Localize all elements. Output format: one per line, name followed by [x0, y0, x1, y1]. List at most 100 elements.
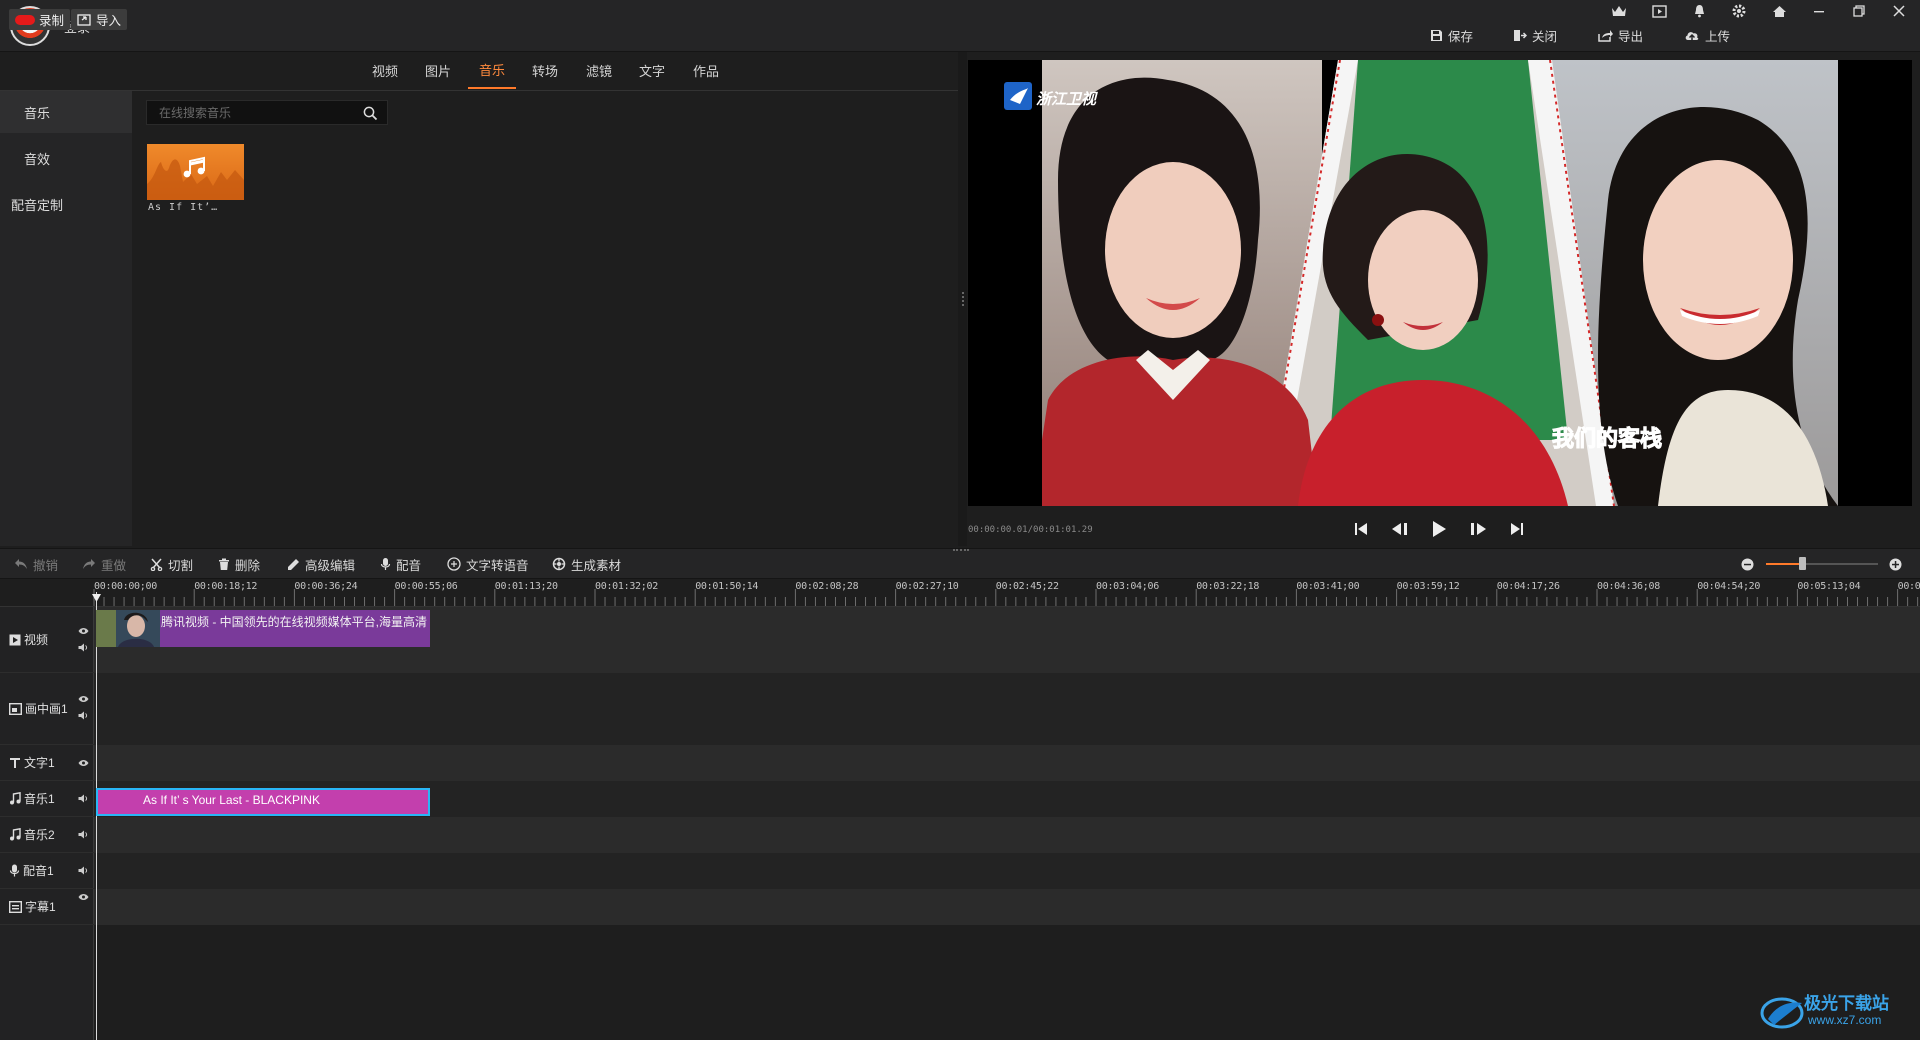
close-button[interactable]: 关闭 [1513, 26, 1557, 44]
redo-label: 重做 [101, 558, 127, 573]
sidebar-item-music[interactable]: 音乐 [0, 91, 132, 133]
tab-video[interactable]: 视频 [365, 52, 405, 89]
ruler-label: 00:05:13;04 [1797, 581, 1861, 592]
speaker-icon[interactable] [78, 866, 89, 875]
music-item-thumbnail[interactable] [147, 144, 244, 200]
zoom-slider-handle[interactable] [1799, 557, 1806, 570]
speaker-icon[interactable] [78, 794, 89, 803]
minimize-icon[interactable] [1808, 2, 1830, 20]
track-row-music2[interactable] [94, 817, 1920, 853]
undo-label: 撤销 [33, 558, 59, 573]
gear-icon[interactable] [1728, 2, 1750, 20]
track-header-music2[interactable]: 音乐2 [0, 817, 94, 853]
pencil-icon [288, 558, 299, 570]
close-window-icon[interactable] [1888, 2, 1910, 20]
dub-button[interactable]: 配音 [380, 555, 421, 573]
restore-icon[interactable] [1848, 2, 1870, 20]
watermark: 极光下载站 www.xz7.com [1760, 983, 1910, 1033]
ruler-label: 00:03:41;00 [1296, 581, 1360, 592]
ruler-label: 00:00:36;24 [294, 581, 358, 592]
track-header-dub[interactable]: 配音1 [0, 853, 94, 889]
save-button[interactable]: 保存 [1430, 26, 1473, 44]
sidebar-item-sound-effects[interactable]: 音效 [0, 137, 132, 179]
play-button[interactable] [1426, 517, 1452, 541]
panel-divider[interactable] [958, 52, 967, 546]
next-frame-button[interactable] [1465, 517, 1491, 541]
track-header-video[interactable]: 视频 [0, 607, 94, 673]
tab-text[interactable]: 文字 [632, 52, 672, 89]
generate-icon [552, 557, 566, 571]
sidebar-item-dubbing[interactable]: 配音定制 [0, 183, 132, 225]
eye-icon[interactable] [78, 893, 89, 901]
cloud-upload-icon [1685, 31, 1699, 41]
track-header-pip[interactable]: 画中画1 [0, 673, 94, 745]
ruler-label: 00:05 [1897, 581, 1920, 592]
track-name: 配音1 [23, 864, 54, 878]
track-header-text[interactable]: 文字1 [0, 745, 94, 781]
advanced-edit-button[interactable]: 高级编辑 [287, 555, 355, 573]
track-name: 文字1 [24, 756, 55, 770]
record-label: 录制 [39, 14, 65, 28]
zoom-out-icon[interactable] [1741, 558, 1754, 571]
subtitle-track-icon [9, 900, 22, 913]
advanced-edit-label: 高级编辑 [305, 558, 356, 573]
text-to-speech-button[interactable]: 文字转语音 [447, 555, 529, 573]
track-name: 视频 [24, 633, 49, 647]
previous-frame-button[interactable] [1387, 517, 1413, 541]
tab-transition[interactable]: 转场 [525, 52, 565, 89]
record-icon [15, 14, 35, 25]
sidebar-item-label: 音乐 [24, 105, 51, 121]
bell-icon[interactable] [1688, 2, 1710, 20]
speaker-icon[interactable] [78, 711, 89, 720]
music-track-icon [10, 828, 21, 841]
track-name: 音乐1 [24, 792, 55, 806]
tab-filter[interactable]: 滤镜 [579, 52, 619, 89]
step-forward-icon [1471, 523, 1486, 535]
home-icon[interactable] [1768, 2, 1790, 20]
station-logo-text: 浙江卫视 [1036, 90, 1098, 108]
track-row-empty [94, 925, 1920, 1040]
track-name: 音乐2 [24, 828, 55, 842]
ruler-label: 00:03:04;06 [1096, 581, 1159, 592]
eye-icon[interactable] [78, 627, 89, 635]
skip-to-start-button[interactable] [1348, 517, 1374, 541]
tab-image[interactable]: 图片 [418, 52, 458, 89]
track-row-subtitle[interactable] [94, 889, 1920, 925]
track-header-music1[interactable]: 音乐1 [0, 781, 94, 817]
trash-icon [219, 558, 229, 570]
speaker-icon[interactable] [78, 643, 89, 652]
ruler-label: 00:01:13;20 [494, 581, 558, 592]
preview-timecode: 00:00:00.01/00:01:01.29 [968, 525, 1093, 535]
search-icon[interactable] [363, 106, 378, 121]
undo-button[interactable]: 撤销 [14, 555, 58, 573]
media-library-panel [0, 52, 958, 546]
generate-material-button[interactable]: 生成素材 [552, 555, 621, 573]
crown-icon[interactable] [1608, 2, 1630, 20]
music-item-caption: As If It’… [148, 202, 219, 213]
track-row-text[interactable] [94, 745, 1920, 781]
eye-icon[interactable] [78, 759, 89, 767]
eye-icon[interactable] [78, 695, 89, 703]
play-window-icon[interactable] [1648, 2, 1670, 20]
watermark-brand: 极光下载站 [1804, 994, 1889, 1013]
upload-button[interactable]: 上传 [1684, 26, 1730, 44]
import-button[interactable]: 导入 [71, 9, 128, 30]
zoom-in-icon[interactable] [1889, 558, 1902, 571]
delete-button[interactable]: 删除 [218, 555, 260, 573]
record-button[interactable]: 录制 [9, 9, 71, 30]
skip-to-end-button[interactable] [1504, 517, 1530, 541]
track-row-dub[interactable] [94, 853, 1920, 889]
redo-button[interactable]: 重做 [82, 555, 126, 573]
track-row-pip[interactable] [94, 673, 1920, 745]
cut-label: 切割 [168, 558, 194, 573]
cut-button[interactable]: 切割 [150, 555, 193, 573]
speaker-icon[interactable] [78, 830, 89, 839]
export-button[interactable]: 导出 [1598, 26, 1643, 44]
tab-music[interactable]: 音乐 [468, 52, 516, 89]
playhead-handle[interactable] [92, 594, 101, 602]
playhead[interactable] [96, 592, 97, 1040]
track-header-subtitle[interactable]: 字幕1 [0, 889, 94, 925]
tab-works[interactable]: 作品 [686, 52, 726, 89]
video-preview-frame[interactable]: 浙江卫视 我们的客栈 [968, 60, 1912, 506]
search-input[interactable] [159, 105, 359, 121]
